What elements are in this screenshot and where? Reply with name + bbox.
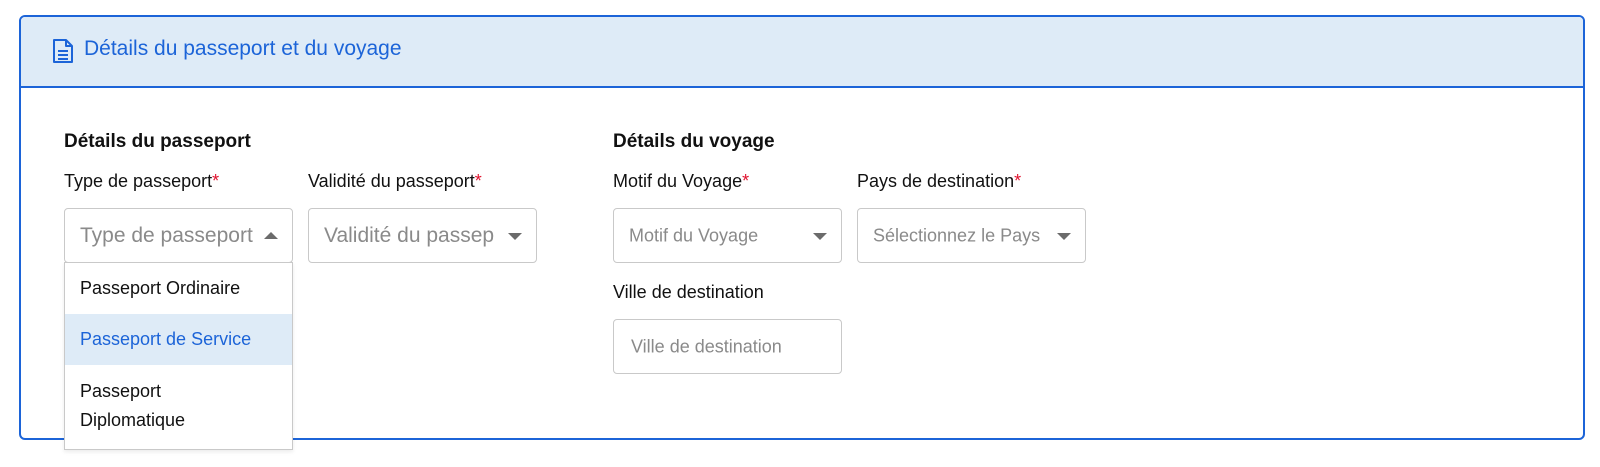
destination-city-label: Ville de destination (613, 282, 764, 302)
passport-type-option-highlighted[interactable]: Passeport de Service (65, 314, 292, 365)
passport-type-dropdown: Passeport Ordinaire Passeport de Service… (64, 262, 293, 450)
destination-country-label: Pays de destination* (857, 171, 1021, 192)
passport-validity-label-text: Validité du passeport (308, 171, 475, 191)
destination-country-label-text: Pays de destination (857, 171, 1015, 191)
passport-section-title: Détails du passeport (64, 131, 251, 152)
chevron-down-icon (813, 232, 827, 240)
destination-city-input[interactable]: Ville de destination (613, 319, 842, 374)
passport-validity-label: Validité du passeport* (308, 171, 482, 192)
panel-title: Détails du passeport et du voyage (84, 37, 402, 60)
required-mark: * (212, 171, 220, 191)
travel-section-title: Détails du voyage (613, 131, 775, 152)
travel-purpose-label: Motif du Voyage* (613, 171, 749, 192)
travel-purpose-select[interactable]: Motif du Voyage (613, 208, 842, 263)
passport-validity-placeholder: Validité du passep (324, 223, 495, 247)
panel-header: Détails du passeport et du voyage (21, 17, 1583, 88)
destination-country-placeholder: Sélectionnez le Pays (873, 225, 1041, 245)
travel-purpose-placeholder: Motif du Voyage (629, 225, 759, 245)
chevron-up-icon (264, 231, 278, 239)
passport-type-placeholder: Type de passeport (80, 223, 253, 247)
required-mark: * (742, 171, 750, 191)
travel-purpose-label-text: Motif du Voyage (613, 171, 743, 191)
destination-country-select[interactable]: Sélectionnez le Pays (857, 208, 1086, 263)
passport-type-option[interactable]: Passeport Ordinaire (65, 263, 292, 314)
document-icon (53, 39, 73, 63)
passport-type-label-text: Type de passeport (64, 171, 213, 191)
required-mark: * (474, 171, 482, 191)
destination-city-placeholder: Ville de destination (631, 336, 782, 356)
passport-type-option[interactable]: Passeport Diplomatique (65, 365, 245, 449)
passport-type-select[interactable]: Type de passeport (64, 208, 293, 263)
chevron-down-icon (1057, 232, 1071, 240)
chevron-down-icon (508, 232, 522, 240)
required-mark: * (1014, 171, 1022, 191)
passport-type-label: Type de passeport* (64, 171, 219, 192)
passport-travel-panel: Détails du passeport et du voyage Détail… (19, 15, 1585, 450)
passport-validity-select[interactable]: Validité du passep (308, 208, 537, 263)
